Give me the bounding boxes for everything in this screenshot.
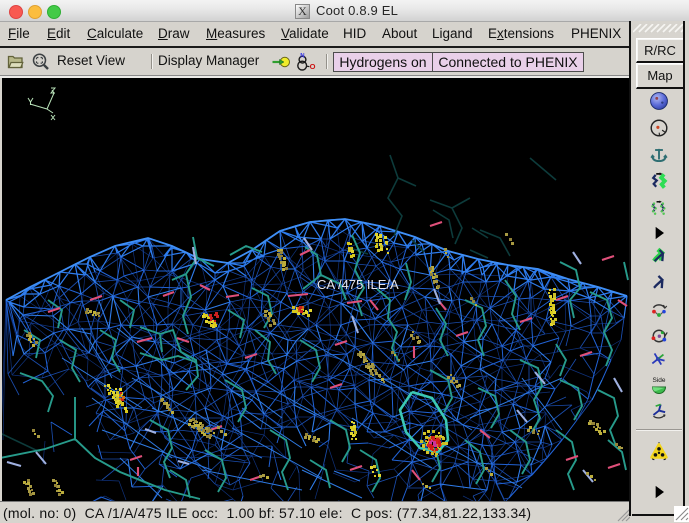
svg-text:N: N <box>300 54 304 60</box>
svg-text:O: O <box>310 62 316 71</box>
svg-text:CA /475 ILE/A: CA /475 ILE/A <box>317 277 399 292</box>
svg-text:Side: Side <box>652 377 665 384</box>
